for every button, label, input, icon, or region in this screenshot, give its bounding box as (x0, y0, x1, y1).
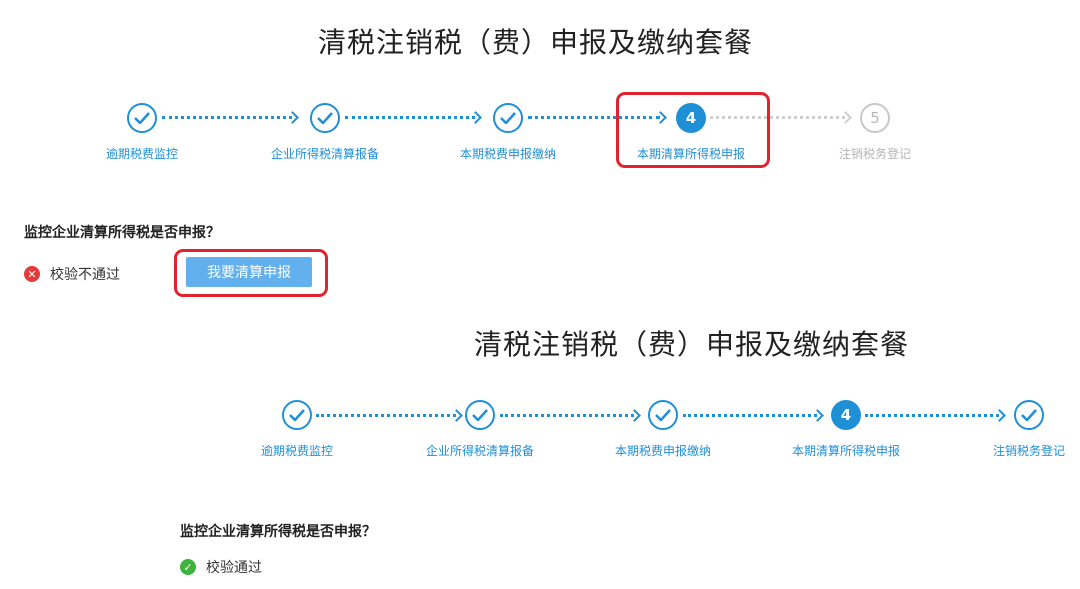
page-title: 清税注销税（费）申报及缴纳套餐 (318, 26, 754, 59)
step-2-label: 企业所得税清算报备 (270, 147, 380, 161)
arrow-right-icon (469, 111, 482, 124)
step-connector (865, 414, 999, 417)
step-2-label: 企业所得税清算报备 (425, 444, 535, 458)
arrow-right-icon (286, 111, 299, 124)
status-text: 校验通过 (206, 560, 262, 576)
step-3-label: 本期税费申报缴纳 (459, 147, 557, 161)
step-1-check-icon (282, 400, 312, 430)
step-3-check-icon (493, 103, 523, 133)
arrow-right-icon (811, 409, 824, 422)
validation-status: ✕ 校验不通过 (24, 264, 120, 284)
top-panel: 清税注销税（费）申报及缴纳套餐 逾期税费监控 企业所得税清算报备 本期税费申报缴… (0, 0, 1080, 300)
step-4-number: 4 (831, 400, 861, 430)
step-connector (162, 116, 292, 119)
step-connector (500, 414, 634, 417)
step-3-label: 本期税费申报缴纳 (614, 444, 712, 458)
step-5-label: 注销税务登记 (992, 444, 1066, 458)
active-step-highlight (616, 92, 770, 168)
arrow-right-icon (993, 409, 1006, 422)
bottom-panel: 清税注销税（费）申报及缴纳套餐 逾期税费监控 企业所得税清算报备 本期税费申报缴… (90, 305, 1080, 589)
error-x-icon: ✕ (24, 266, 40, 282)
page-title: 清税注销税（费）申报及缴纳套餐 (474, 328, 910, 361)
step-1-check-icon (127, 103, 157, 133)
arrow-right-icon (628, 409, 641, 422)
step-5-number: 5 (860, 103, 890, 133)
check-icon: ✓ (180, 559, 196, 575)
step-connector (683, 414, 817, 417)
step-2-check-icon (310, 103, 340, 133)
question-text: 监控企业清算所得税是否申报？ (24, 225, 220, 241)
step-5-check-icon (1014, 400, 1044, 430)
step-4-label: 本期清算所得税申报 (791, 444, 901, 458)
step-1-label: 逾期税费监控 (260, 444, 334, 458)
question-text: 监控企业清算所得税是否申报？ (180, 524, 376, 540)
clearance-declare-button[interactable]: 我要清算申报 (186, 257, 312, 287)
step-1-label: 逾期税费监控 (105, 147, 179, 161)
arrow-right-icon (839, 111, 852, 124)
step-connector (345, 116, 475, 119)
step-3-check-icon (648, 400, 678, 430)
step-2-check-icon (465, 400, 495, 430)
step-connector (316, 414, 456, 417)
step-5-label: 注销税务登记 (838, 147, 912, 161)
status-text: 校验不通过 (50, 267, 120, 283)
arrow-right-icon (450, 409, 463, 422)
validation-status: ✓ 校验通过 (180, 557, 262, 577)
